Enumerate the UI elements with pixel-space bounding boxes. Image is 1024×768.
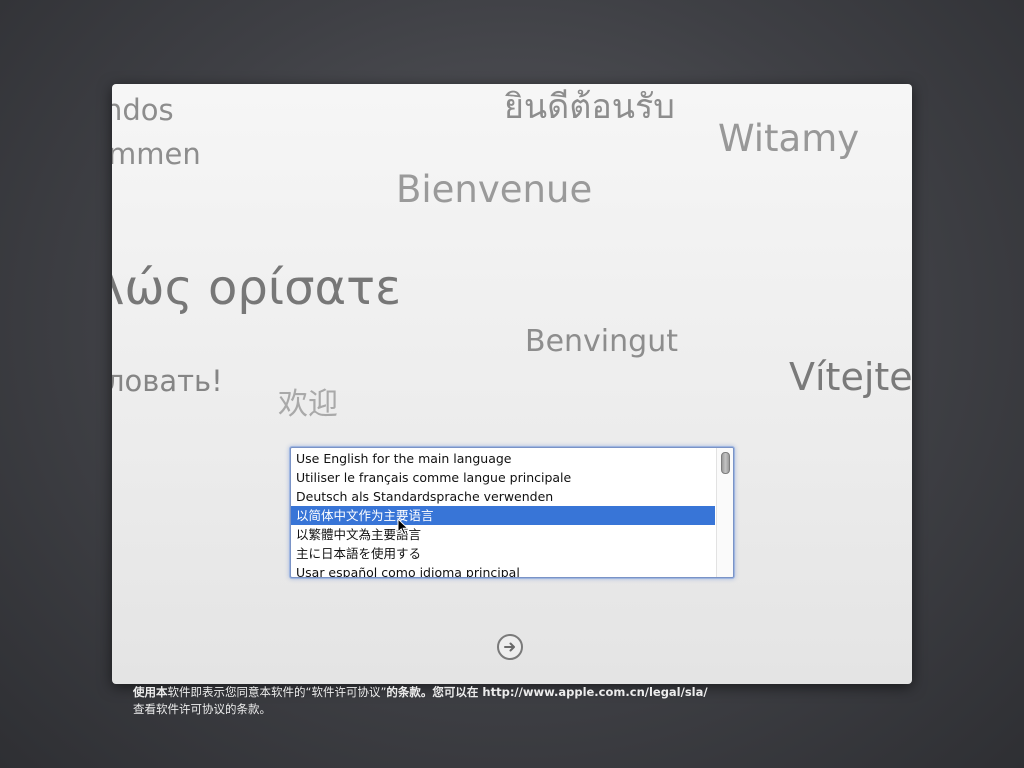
welcome-word-russian: ловать! [112, 364, 223, 398]
license-line-2: 查看软件许可协议的条款。 [133, 702, 271, 716]
welcome-word-catalan: Benvingut [525, 324, 678, 359]
language-list-scrollbar[interactable] [716, 448, 733, 577]
language-option-simplified-chinese[interactable]: 以简体中文作为主要语言 [291, 506, 715, 525]
language-option-german[interactable]: Deutsch als Standardsprache verwenden [291, 487, 715, 506]
language-option-japanese[interactable]: 主に日本語を使用する [291, 544, 715, 563]
language-list[interactable]: Use English for the main language Utilis… [290, 447, 734, 578]
license-text-bold-1: 使用本 [133, 685, 168, 699]
language-option-french[interactable]: Utiliser le français comme langue princi… [291, 468, 715, 487]
continue-button[interactable] [497, 634, 523, 660]
license-line-1: 使用本软件即表示您同意本软件的“软件许可协议”的条款。您可以在 http://w… [133, 684, 893, 701]
license-text-bold-2: 的条款。您可以在 http://www.apple.com.cn/legal/s… [386, 685, 708, 699]
language-list-items: Use English for the main language Utilis… [291, 449, 715, 577]
language-option-spanish[interactable]: Usar español como idioma principal [291, 563, 715, 577]
scrollbar-thumb[interactable] [721, 452, 730, 474]
welcome-word-german: mmen [112, 137, 201, 171]
mouse-cursor-icon [397, 518, 409, 536]
license-text-regular: 软件即表示您同意本软件的“软件许可协议” [167, 685, 387, 699]
welcome-word-chinese: 欢迎 [278, 387, 338, 422]
right-arrow-icon [504, 642, 515, 652]
license-footer: 使用本软件即表示您同意本软件的“软件许可协议”的条款。您可以在 http://w… [133, 684, 893, 718]
language-option-english[interactable]: Use English for the main language [291, 449, 715, 468]
welcome-word-greek: λώς ορίσατε [112, 260, 402, 316]
welcome-word-spanish: ndos [112, 93, 174, 127]
welcome-word-czech: Vítejte [789, 355, 912, 399]
language-chooser-panel: ndos mmen ยินดีต้อนรับ Witamy Bienvenue … [112, 84, 912, 684]
welcome-word-french: Bienvenue [396, 168, 593, 211]
welcome-word-thai: ยินดีต้อนรับ [504, 87, 675, 127]
welcome-word-polish: Witamy [718, 117, 860, 160]
language-option-traditional-chinese[interactable]: 以繁體中文為主要語言 [291, 525, 715, 544]
